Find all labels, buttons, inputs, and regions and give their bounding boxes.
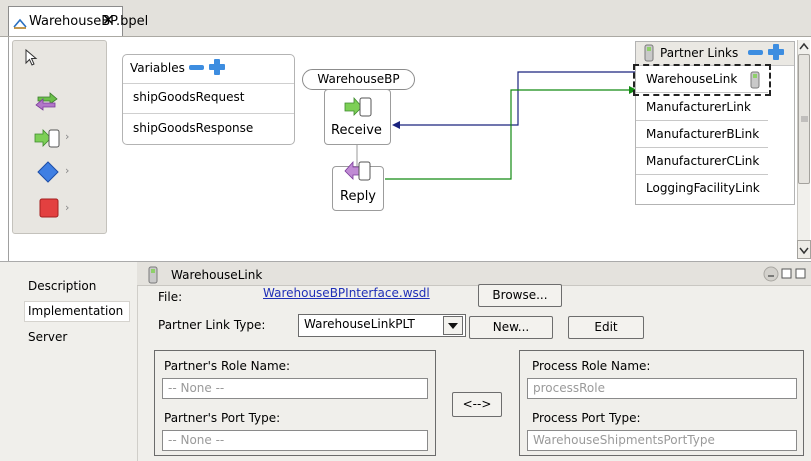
- editor-tab[interactable]: WarehouseBP.bpel ✕: [8, 6, 148, 36]
- add-icon[interactable]: [209, 59, 225, 75]
- partner-link-icon: [148, 266, 158, 284]
- process-name-label[interactable]: WarehouseBP: [302, 69, 415, 90]
- reply-label: Reply: [340, 189, 377, 204]
- wsdl-file-link[interactable]: WarehouseBPInterface.wsdl: [263, 286, 430, 300]
- partner-link-icon: [644, 44, 654, 62]
- palette-expand-icon[interactable]: ›: [65, 164, 69, 177]
- select-cursor-icon[interactable]: [23, 48, 39, 67]
- partner-link-item[interactable]: ManufacturerCLink: [636, 149, 768, 175]
- partner-role-field[interactable]: -- None --: [162, 378, 428, 399]
- partner-links-title: Partner Links: [660, 46, 739, 60]
- palette-expand-icon[interactable]: ›: [65, 201, 69, 214]
- partner-port-field[interactable]: -- None --: [162, 430, 428, 451]
- partner-role-label: Partner's Role Name:: [164, 359, 291, 373]
- palette-expand-icon[interactable]: ›: [65, 130, 69, 143]
- close-icon[interactable]: ✕: [102, 11, 115, 29]
- minus-icon[interactable]: [189, 64, 205, 72]
- process-role-field[interactable]: processRole: [527, 378, 797, 399]
- scroll-up-icon[interactable]: [799, 42, 809, 52]
- new-button[interactable]: New...: [469, 316, 553, 339]
- tab-implementation[interactable]: Implementation: [28, 302, 123, 321]
- restore-icon[interactable]: [795, 268, 806, 279]
- maximize-icon[interactable]: [781, 268, 792, 279]
- tab-server[interactable]: Server: [28, 328, 67, 347]
- tab-title: WarehouseBP.bpel: [29, 14, 149, 29]
- receive-activity-icon[interactable]: [33, 127, 61, 149]
- partner-link-type-value: WarehouseLinkPLT: [304, 317, 415, 331]
- swap-roles-button[interactable]: <-->: [452, 392, 502, 417]
- selection-outline: [633, 64, 771, 96]
- variable-item[interactable]: shipGoodsResponse: [133, 121, 253, 135]
- tab-description[interactable]: Description: [28, 277, 96, 296]
- add-icon[interactable]: [768, 44, 784, 60]
- receive-label: Receive: [331, 123, 382, 138]
- process-port-field[interactable]: WarehouseShipmentsPortType: [527, 430, 797, 451]
- partner-link-item[interactable]: ManufacturerBLink: [636, 122, 768, 148]
- minus-icon[interactable]: [748, 49, 764, 57]
- minimize-icon[interactable]: [763, 266, 779, 282]
- assign-icon[interactable]: [35, 92, 59, 111]
- view-controls: [763, 266, 806, 282]
- divider: [123, 113, 294, 114]
- edit-button[interactable]: Edit: [568, 316, 644, 339]
- file-label: File:: [158, 290, 183, 304]
- process-port-label: Process Port Type:: [532, 411, 641, 425]
- reply-icon: [344, 160, 371, 181]
- process-icon: [13, 18, 27, 29]
- variables-title: Variables: [130, 61, 185, 75]
- partner-link-item[interactable]: LoggingFacilityLink: [636, 176, 768, 202]
- browse-button[interactable]: Browse...: [478, 284, 562, 307]
- partner-link-item[interactable]: ManufacturerLink: [636, 95, 768, 121]
- process-role-label: Process Role Name:: [532, 359, 651, 373]
- variable-item[interactable]: shipGoodsRequest: [133, 90, 244, 104]
- grip-icon: [801, 116, 808, 122]
- flow-activity-icon[interactable]: [36, 160, 60, 184]
- partner-port-label: Partner's Port Type:: [164, 411, 281, 425]
- properties-title: WarehouseLink: [171, 268, 263, 282]
- chevron-down-icon: [448, 323, 458, 329]
- scroll-down-icon[interactable]: [799, 245, 809, 255]
- terminate-activity-icon[interactable]: [38, 197, 60, 219]
- partner-link-type-label: Partner Link Type:: [158, 318, 266, 332]
- divider: [123, 83, 294, 84]
- receive-icon: [344, 96, 372, 117]
